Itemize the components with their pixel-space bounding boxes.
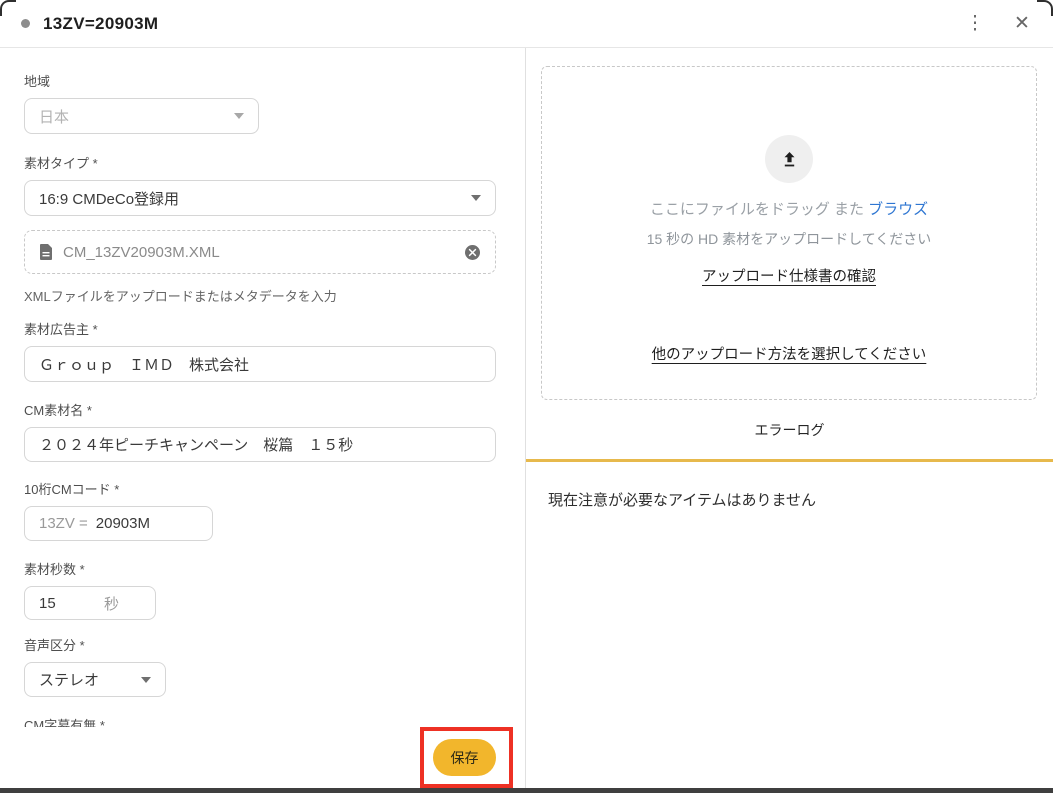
tab-error-log[interactable]: エラーログ xyxy=(755,420,825,440)
audio-type-value: ステレオ xyxy=(39,669,141,690)
file-icon xyxy=(39,244,53,260)
drag-instruction: ここにファイルをドラッグ また ブラウズ xyxy=(650,198,928,219)
xml-file-name: CM_13ZV20903M.XML xyxy=(63,244,220,261)
cm-name-input[interactable]: ２０２４年ピーチキャンペーン 桜篇 １５秒 xyxy=(24,427,496,462)
kebab-menu-icon[interactable]: ⋮ xyxy=(963,12,987,36)
file-dropzone[interactable]: ここにファイルをドラッグ また ブラウズ 15 秒の HD 素材をアップロードし… xyxy=(541,66,1037,400)
duration-input[interactable]: 15 秒 xyxy=(24,586,156,620)
region-select: 日本 xyxy=(24,98,259,134)
advertiser-value: Ｇｒｏｕｐ ＩＭＤ 株式会社 xyxy=(39,354,481,375)
cm-code-value: 20903M xyxy=(96,515,150,532)
cm-name-value: ２０２４年ピーチキャンペーン 桜篇 １５秒 xyxy=(39,434,481,455)
form-footer: 保存 xyxy=(0,727,525,793)
error-log-empty-message: 現在注意が必要なアイテムはありません xyxy=(526,462,1053,510)
error-log-tabbar: エラーログ xyxy=(526,400,1053,462)
upload-icon xyxy=(765,135,813,183)
upload-panel: ここにファイルをドラッグ また ブラウズ 15 秒の HD 素材をアップロードし… xyxy=(526,48,1053,793)
dialog-title: 13ZV=20903M xyxy=(43,14,158,34)
xml-helper-text: XMLファイルをアップロードまたはメタデータを入力 xyxy=(24,286,496,305)
browse-link[interactable]: ブラウズ xyxy=(868,201,928,218)
dialog-window: 13ZV=20903M ⋮ ✕ 地域 日本 素材タイプ * 16:9 CMDeC… xyxy=(0,0,1053,793)
upload-spec-link[interactable]: アップロード仕様書の確認 xyxy=(702,265,876,286)
material-type-label: 素材タイプ * xyxy=(24,156,496,171)
close-icon[interactable]: ✕ xyxy=(1009,11,1035,37)
cm-code-prefix: 13ZV = xyxy=(39,515,88,532)
duration-label: 素材秒数 * xyxy=(24,562,496,577)
cm-code-input[interactable]: 13ZV = 20903M xyxy=(24,506,213,541)
metadata-form-panel: 地域 日本 素材タイプ * 16:9 CMDeCo登録用 CM_13ZV2090… xyxy=(0,48,526,793)
upload-hint: 15 秒の HD 素材をアップロードしてください xyxy=(647,229,932,249)
save-button[interactable]: 保存 xyxy=(433,739,496,776)
form-scroll-area: 地域 日本 素材タイプ * 16:9 CMDeCo登録用 CM_13ZV2090… xyxy=(0,48,525,727)
duration-value: 15 xyxy=(39,595,56,612)
audio-type-label: 音声区分 * xyxy=(24,638,496,653)
advertiser-input[interactable]: Ｇｒｏｕｐ ＩＭＤ 株式会社 xyxy=(24,346,496,382)
cm-name-label: CM素材名 * xyxy=(24,403,496,418)
cm-code-label: 10桁CMコード * xyxy=(24,482,496,497)
material-type-value: 16:9 CMDeCo登録用 xyxy=(39,188,471,209)
status-dot-icon xyxy=(21,19,30,28)
audio-type-select[interactable]: ステレオ xyxy=(24,662,166,697)
region-label: 地域 xyxy=(24,74,496,89)
drag-text: ここにファイルをドラッグ また xyxy=(650,201,868,218)
chevron-down-icon xyxy=(471,195,481,201)
advertiser-label: 素材広告主 * xyxy=(24,322,496,337)
chevron-down-icon xyxy=(234,113,244,119)
clear-file-icon[interactable] xyxy=(464,244,481,261)
material-type-select[interactable]: 16:9 CMDeCo登録用 xyxy=(24,180,496,216)
chevron-down-icon xyxy=(141,677,151,683)
subtitle-label: CM字幕有無 * xyxy=(24,718,496,727)
dialog-header: 13ZV=20903M ⋮ ✕ xyxy=(0,0,1053,48)
xml-file-chip[interactable]: CM_13ZV20903M.XML xyxy=(24,230,496,274)
window-bottom-edge xyxy=(0,788,1053,793)
duration-unit: 秒 xyxy=(104,593,119,614)
region-value: 日本 xyxy=(39,106,234,127)
other-upload-methods-link[interactable]: 他のアップロード方法を選択してください xyxy=(652,343,927,364)
